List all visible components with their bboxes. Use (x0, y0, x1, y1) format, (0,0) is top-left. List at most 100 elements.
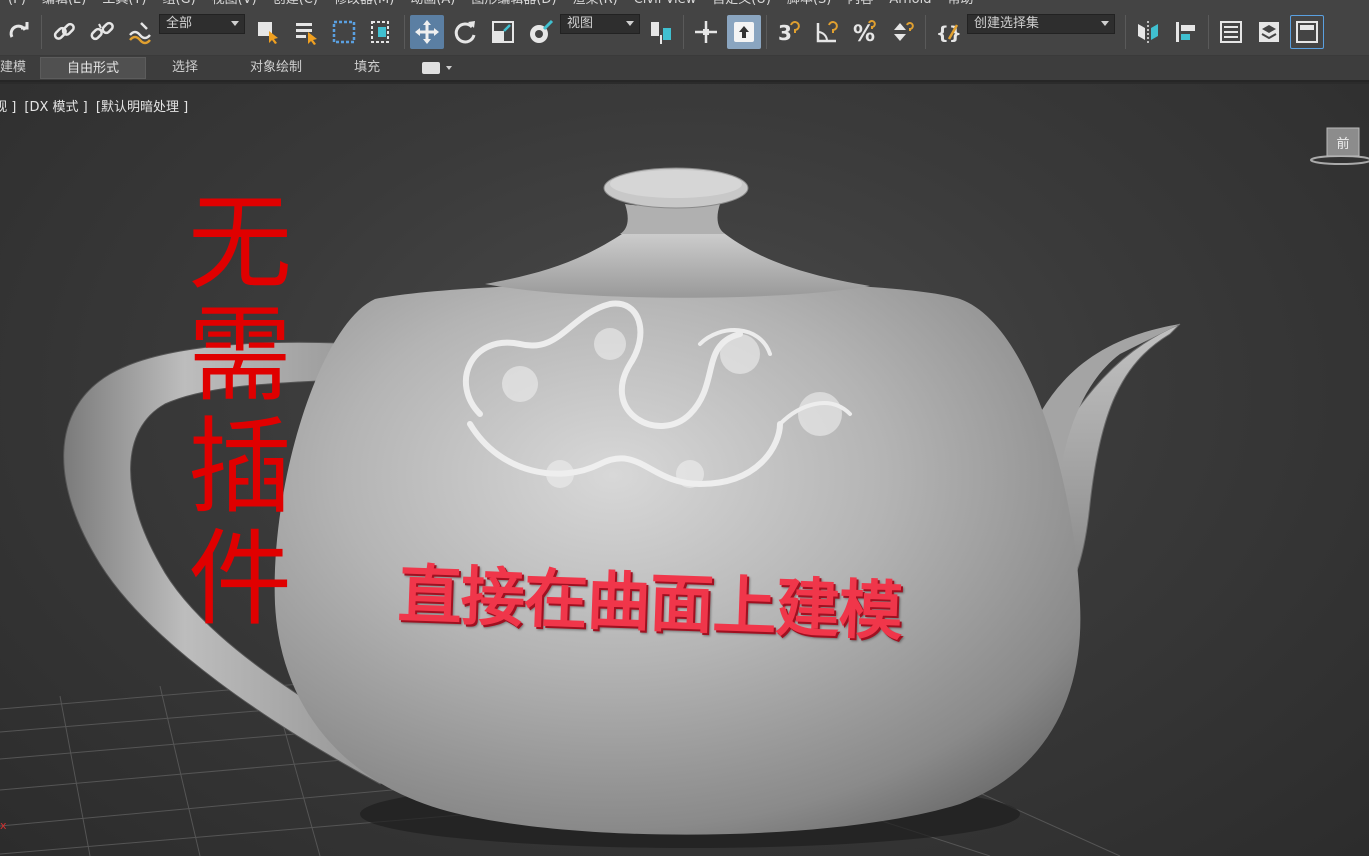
edit-named-selection-button[interactable]: {} (931, 15, 965, 49)
select-and-rotate-button[interactable] (448, 15, 482, 49)
toolbar-separator (925, 14, 926, 49)
selection-filter-dropdown[interactable]: 全部 (159, 14, 245, 34)
menu-item[interactable]: Civil View (626, 0, 705, 8)
angle-snap-icon (816, 20, 838, 42)
menu-item[interactable]: 自定义(U) (704, 0, 779, 8)
menu-item[interactable]: 视图(V) (204, 0, 265, 8)
redo-button[interactable] (2, 15, 36, 49)
select-object-icon (258, 21, 278, 44)
perspective-viewport[interactable]: [透视 ] [DX 模式 ] [默认明暗处理 ] 前 x 无 需 插 件 直接在… (0, 84, 1369, 856)
snaps-toggle-button[interactable]: 3 (772, 15, 806, 49)
unlink-selection-button[interactable] (85, 15, 119, 49)
toolbar-separator (1208, 14, 1209, 49)
viewcube-icon: 前 (1310, 127, 1369, 165)
chevron-down-icon (1101, 21, 1109, 26)
main-toolbar: 全部 视图 3 % {} 创建选择集 (0, 8, 1369, 56)
layer-explorer-button[interactable] (1252, 15, 1286, 49)
menu-item[interactable]: 工具(T) (94, 0, 154, 8)
align-icon (1176, 21, 1195, 42)
manipulate-icon (695, 20, 717, 43)
spinner-snap-icon (894, 21, 914, 41)
select-by-name-button[interactable] (289, 15, 323, 49)
select-object-button[interactable] (251, 15, 285, 49)
spinner-snap-toggle-button[interactable] (886, 15, 920, 49)
toolbar-separator (766, 14, 767, 49)
keyboard-override-icon (734, 21, 754, 42)
select-and-scale-button[interactable] (486, 15, 520, 49)
viewcube-face-label: 前 (1336, 136, 1349, 152)
link-icon (53, 22, 75, 40)
rectangle-selection-icon (332, 20, 356, 43)
menu-item[interactable]: 内容 (839, 0, 881, 8)
chevron-down-icon (231, 21, 239, 26)
angle-snap-toggle-button[interactable] (810, 15, 844, 49)
viewport-label[interactable]: [透视 ] [DX 模式 ] [默认明暗处理 ] (0, 96, 192, 115)
viewport-label-shading[interactable]: [默认明暗处理 ] (96, 100, 188, 115)
tab-populate[interactable]: 填充 (328, 57, 406, 79)
viewport-label-view[interactable]: [透视 ] (0, 100, 16, 115)
teapot-lid (485, 230, 870, 298)
menu-item[interactable]: 组(G) (154, 0, 203, 8)
toolbar-separator (683, 14, 684, 49)
viewport-label-driver[interactable]: [DX 模式 ] (24, 100, 87, 115)
named-selection-dropdown[interactable]: 创建选择集 (967, 14, 1115, 34)
select-and-place-button[interactable] (524, 15, 558, 49)
select-and-move-button[interactable] (410, 14, 444, 49)
select-and-link-button[interactable] (47, 15, 81, 49)
percent-snap-toggle-button[interactable]: % (848, 15, 882, 49)
named-selection-icon: {} (936, 23, 961, 44)
move-icon (415, 19, 439, 44)
tab-object-paint[interactable]: 对象绘制 (224, 57, 328, 79)
tab-freeform[interactable]: 自由形式 (40, 57, 147, 79)
viewcube[interactable]: 前 (1305, 124, 1369, 168)
scale-icon (492, 20, 514, 43)
menu-item[interactable]: 修改器(M) (326, 0, 402, 8)
named-selection-value: 创建选择集 (974, 16, 1040, 31)
vertical-caption-char: 无 (187, 182, 292, 304)
percent-snap-icon: % (853, 19, 876, 45)
snap-3d-icon: 3 (778, 21, 800, 45)
svg-text:3: 3 (778, 21, 792, 45)
space-warp-icon (129, 21, 151, 44)
tab-selection[interactable]: 选择 (146, 57, 224, 79)
teapot-lid-neck (620, 204, 725, 234)
menu-item[interactable]: 渲染(R) (565, 0, 626, 8)
surface-caption: 直接在曲面上建模 (396, 558, 903, 650)
svg-text:%: % (853, 22, 875, 45)
vertical-caption: 无 需 插 件 (180, 187, 300, 635)
scene-explorer-button[interactable] (1214, 15, 1248, 49)
list-icon (1220, 20, 1242, 43)
reference-coordinate-dropdown[interactable]: 视图 (560, 14, 640, 34)
menu-item[interactable]: Arnold (881, 0, 939, 8)
rotate-icon (454, 20, 476, 43)
toolbar-separator (1125, 14, 1126, 49)
mirror-icon (1138, 20, 1158, 43)
pivot-point-center-button[interactable] (644, 15, 678, 49)
rectangular-selection-button[interactable] (327, 15, 361, 49)
menu-item[interactable]: 编辑(E) (34, 0, 94, 8)
menu-item[interactable]: 帮助 (939, 0, 981, 8)
menu-item[interactable]: 动画(A) (402, 0, 463, 8)
ribbon-options-icon[interactable] (422, 62, 441, 74)
select-by-name-icon (296, 22, 317, 45)
toggle-ribbon-button[interactable] (1290, 14, 1324, 49)
chevron-down-icon[interactable] (446, 66, 453, 70)
vertical-caption-char: 需 (187, 294, 292, 416)
window-crossing-button[interactable] (365, 15, 399, 49)
ribbon-tab-bar: 建模 自由形式 选择 对象绘制 填充 (0, 56, 1369, 82)
menu-item[interactable]: (P) (0, 0, 34, 8)
world-axis-x-label: x (0, 819, 7, 832)
mirror-button[interactable] (1131, 15, 1165, 49)
bind-to-space-warp-button[interactable] (123, 15, 157, 49)
select-manipulate-button[interactable] (689, 15, 723, 49)
tab-modeling[interactable]: 建模 (0, 57, 40, 79)
toolbar-separator (404, 14, 405, 49)
chevron-down-icon (626, 21, 634, 26)
keyboard-shortcut-override-button[interactable] (727, 14, 761, 49)
selection-filter-value: 全部 (166, 16, 193, 31)
menu-item[interactable]: 创建(C) (265, 0, 326, 8)
ribbon-icon (1296, 20, 1318, 43)
align-button[interactable] (1169, 15, 1203, 49)
menu-item[interactable]: 脚本(S) (779, 0, 839, 8)
menu-item[interactable]: 图形编辑器(D) (463, 0, 564, 8)
